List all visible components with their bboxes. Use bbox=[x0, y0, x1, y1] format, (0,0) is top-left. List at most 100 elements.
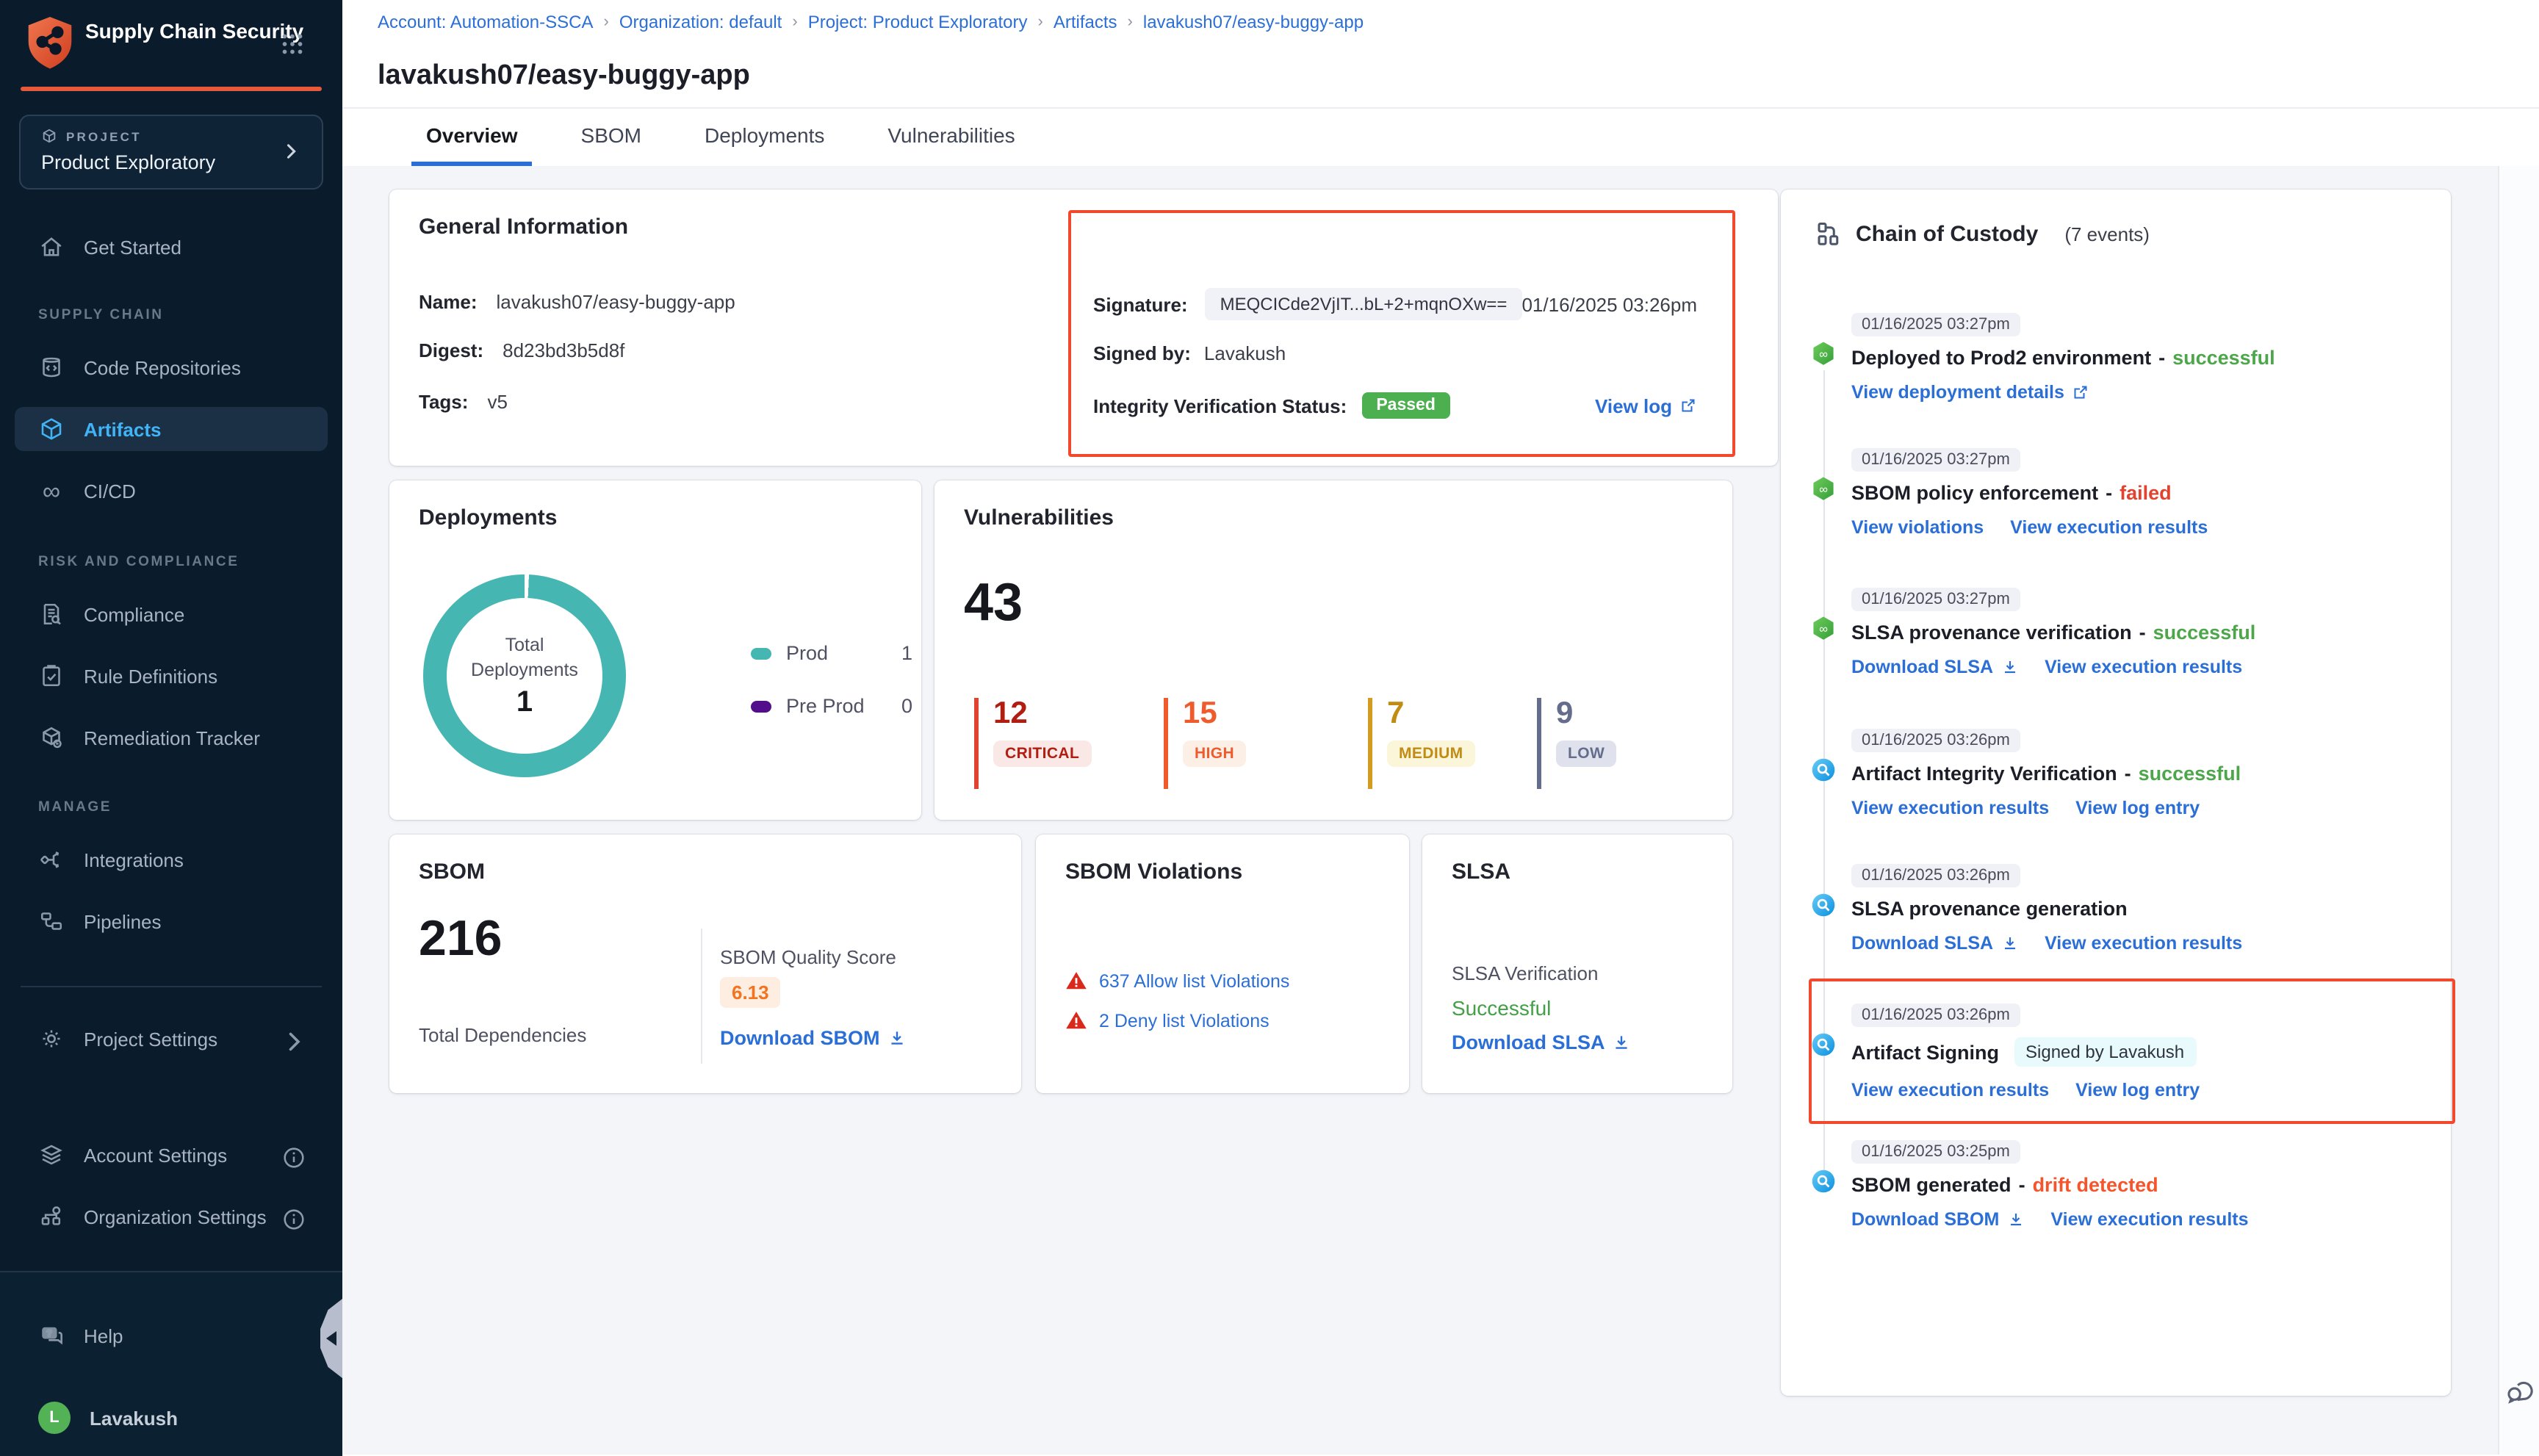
event-title: SLSA provenance verification bbox=[1851, 621, 2132, 644]
artifact-cube-icon bbox=[38, 416, 65, 442]
sidebar-item-project-settings[interactable]: Project Settings bbox=[15, 1017, 328, 1061]
sidebar: Supply Chain Security PROJECT Product Ex… bbox=[0, 0, 342, 1455]
view-log-entry-link[interactable]: View log entry bbox=[2075, 798, 2200, 818]
signed-by-chip: Signed by Lavakush bbox=[2014, 1037, 2196, 1067]
download-slsa-link[interactable]: Download SLSA bbox=[1851, 933, 2018, 954]
download-icon bbox=[2006, 1211, 2024, 1228]
tab-sbom[interactable]: SBOM bbox=[566, 109, 656, 166]
sidebar-item-integrations[interactable]: Integrations bbox=[15, 837, 328, 882]
breadcrumb-organization[interactable]: Organization: default bbox=[619, 12, 782, 32]
tab-deployments[interactable]: Deployments bbox=[690, 109, 839, 166]
view-deployment-details-link[interactable]: View deployment details bbox=[1851, 382, 2089, 403]
sbom-total-label: Total Dependencies bbox=[419, 1024, 586, 1046]
info-circle-icon[interactable] bbox=[281, 1206, 307, 1233]
view-execution-results-link[interactable]: View execution results bbox=[2045, 933, 2242, 954]
layers-icon bbox=[38, 1142, 65, 1168]
legend-item-pre-prod: Pre Prod 0 bbox=[751, 695, 912, 717]
project-label: PROJECT bbox=[66, 129, 142, 143]
deny-list-violations-link[interactable]: 2 Deny list Violations bbox=[1099, 1010, 1270, 1031]
sidebar-item-label: Organization Settings bbox=[84, 1205, 267, 1228]
svg-text:?: ? bbox=[46, 1327, 52, 1338]
signature-row: Signature: MEQCICde2VjIT...bL+2+mqnOXw==… bbox=[1093, 288, 1697, 320]
sidebar-item-label: Account Settings bbox=[84, 1144, 227, 1166]
download-slsa-link[interactable]: Download SLSA bbox=[1851, 657, 2018, 677]
panel-title: Chain of Custody bbox=[1856, 221, 2038, 246]
view-execution-results-link[interactable]: View execution results bbox=[1851, 1080, 2049, 1100]
sbom-quality-score-chip: 6.13 bbox=[720, 977, 781, 1008]
field-digest: Digest: 8d23bd3b5d8f bbox=[419, 339, 624, 361]
chevron-right-icon bbox=[281, 1028, 307, 1055]
sidebar-item-label: Artifacts bbox=[84, 418, 162, 440]
collapse-left-arrow-icon bbox=[326, 1331, 336, 1346]
slsa-card: SLSA SLSA Verification Successful Downlo… bbox=[1422, 835, 1732, 1093]
pipelines-icon bbox=[38, 908, 65, 934]
download-sbom-link[interactable]: Download SBOM bbox=[720, 1027, 907, 1049]
sidebar-item-compliance[interactable]: Compliance bbox=[15, 592, 328, 636]
sidebar-item-remediation-tracker[interactable]: Remediation Tracker bbox=[15, 716, 328, 760]
view-violations-link[interactable]: View violations bbox=[1851, 517, 1984, 538]
view-execution-results-link[interactable]: View execution results bbox=[2045, 657, 2242, 677]
chat-bubbles-icon[interactable] bbox=[2504, 1375, 2536, 1408]
legend-item-prod: Prod 1 bbox=[751, 642, 912, 664]
integrity-row: Integrity Verification Status: Passed Vi… bbox=[1093, 392, 1697, 419]
breadcrumb-project[interactable]: Project: Product Exploratory bbox=[808, 12, 1028, 32]
sidebar-item-artifacts[interactable]: Artifacts bbox=[15, 407, 328, 451]
breadcrumb-current[interactable]: lavakush07/easy-buggy-app bbox=[1143, 12, 1364, 32]
scan-event-icon bbox=[1810, 1168, 1837, 1194]
view-execution-results-link[interactable]: View execution results bbox=[2050, 1209, 2248, 1230]
sidebar-item-account-settings[interactable]: Account Settings bbox=[15, 1133, 328, 1177]
tab-overview[interactable]: Overview bbox=[411, 109, 533, 166]
legend-label: Pre Prod bbox=[786, 695, 865, 717]
breadcrumb-account[interactable]: Account: Automation-SSCA bbox=[378, 12, 594, 32]
breadcrumb-artifacts[interactable]: Artifacts bbox=[1054, 12, 1117, 32]
sidebar-section-risk-compliance: RISK AND COMPLIANCE bbox=[38, 554, 240, 570]
severity-count: 12 bbox=[993, 698, 1091, 730]
user-menu[interactable]: L Lavakush bbox=[15, 1396, 328, 1440]
sidebar-item-code-repositories[interactable]: Code Repositories bbox=[15, 345, 328, 389]
view-log-entry-link[interactable]: View log entry bbox=[2075, 1080, 2200, 1100]
signed-by-value: Lavakush bbox=[1204, 342, 1286, 364]
event-title: Artifact Integrity Verification bbox=[1851, 763, 2117, 785]
event-timestamp: 01/16/2025 03:26pm bbox=[1851, 1003, 2020, 1027]
home-icon bbox=[38, 234, 65, 260]
severity-low: 9 LOW bbox=[1537, 698, 1616, 789]
sidebar-item-rule-definitions[interactable]: Rule Definitions bbox=[15, 654, 328, 698]
project-selector[interactable]: PROJECT Product Exploratory bbox=[19, 115, 323, 190]
download-sbom-link[interactable]: Download SBOM bbox=[1851, 1209, 2024, 1230]
sidebar-item-label: Help bbox=[84, 1325, 123, 1347]
view-log-link[interactable]: View log bbox=[1595, 394, 1697, 417]
sidebar-item-cicd[interactable]: ∞ CI/CD bbox=[15, 469, 328, 513]
info-circle-icon[interactable] bbox=[281, 1145, 307, 1171]
deployments-donut-chart: Total Deployments 1 bbox=[423, 574, 626, 777]
severity-count: 9 bbox=[1556, 698, 1616, 730]
sidebar-item-get-started[interactable]: Get Started bbox=[15, 225, 328, 269]
page-title: lavakush07/easy-buggy-app bbox=[378, 60, 750, 92]
view-execution-results-link[interactable]: View execution results bbox=[2010, 517, 2208, 538]
severity-badge: MEDIUM bbox=[1387, 740, 1475, 767]
status-badge-passed: Passed bbox=[1361, 392, 1450, 419]
card-title: Vulnerabilities bbox=[964, 505, 1114, 530]
download-slsa-link[interactable]: Download SLSA bbox=[1452, 1031, 1632, 1053]
sidebar-item-pipelines[interactable]: Pipelines bbox=[15, 899, 328, 943]
brand-title: Supply Chain Security bbox=[85, 19, 303, 43]
view-execution-results-link[interactable]: View execution results bbox=[1851, 798, 2049, 818]
download-icon bbox=[2000, 658, 2018, 676]
signature-value-chip: MEQCICde2VjIT...bL+2+mqnOXw== bbox=[1206, 288, 1522, 320]
allow-list-violations-link[interactable]: 637 Allow list Violations bbox=[1099, 970, 1289, 991]
severity-count: 15 bbox=[1183, 698, 1246, 730]
card-title: SBOM Violations bbox=[1065, 859, 1242, 884]
scan-event-icon bbox=[1810, 757, 1837, 783]
breadcrumb-separator: › bbox=[1038, 13, 1043, 31]
sidebar-item-organization-settings[interactable]: Organization Settings bbox=[15, 1194, 328, 1239]
tab-vulnerabilities[interactable]: Vulnerabilities bbox=[873, 109, 1029, 166]
timeline-event-artifact-signing: 01/16/2025 03:26pm Artifact SigningSigne… bbox=[1851, 1001, 2427, 1100]
field-tags: Tags: v5 bbox=[419, 391, 508, 413]
timeline-event: 01/16/2025 03:26pm Artifact Integrity Ve… bbox=[1851, 726, 2427, 818]
sidebar-item-help[interactable]: ? Help bbox=[15, 1313, 328, 1358]
box-remediation-icon bbox=[38, 724, 65, 751]
breadcrumb: Account: Automation-SSCA › Organization: … bbox=[378, 12, 1364, 32]
app-grid-icon[interactable] bbox=[279, 31, 306, 57]
cd-pipeline-event-icon: ∞ bbox=[1810, 476, 1837, 502]
sidebar-item-label: Rule Definitions bbox=[84, 665, 217, 687]
legend-dot-pre-prod bbox=[751, 700, 771, 712]
